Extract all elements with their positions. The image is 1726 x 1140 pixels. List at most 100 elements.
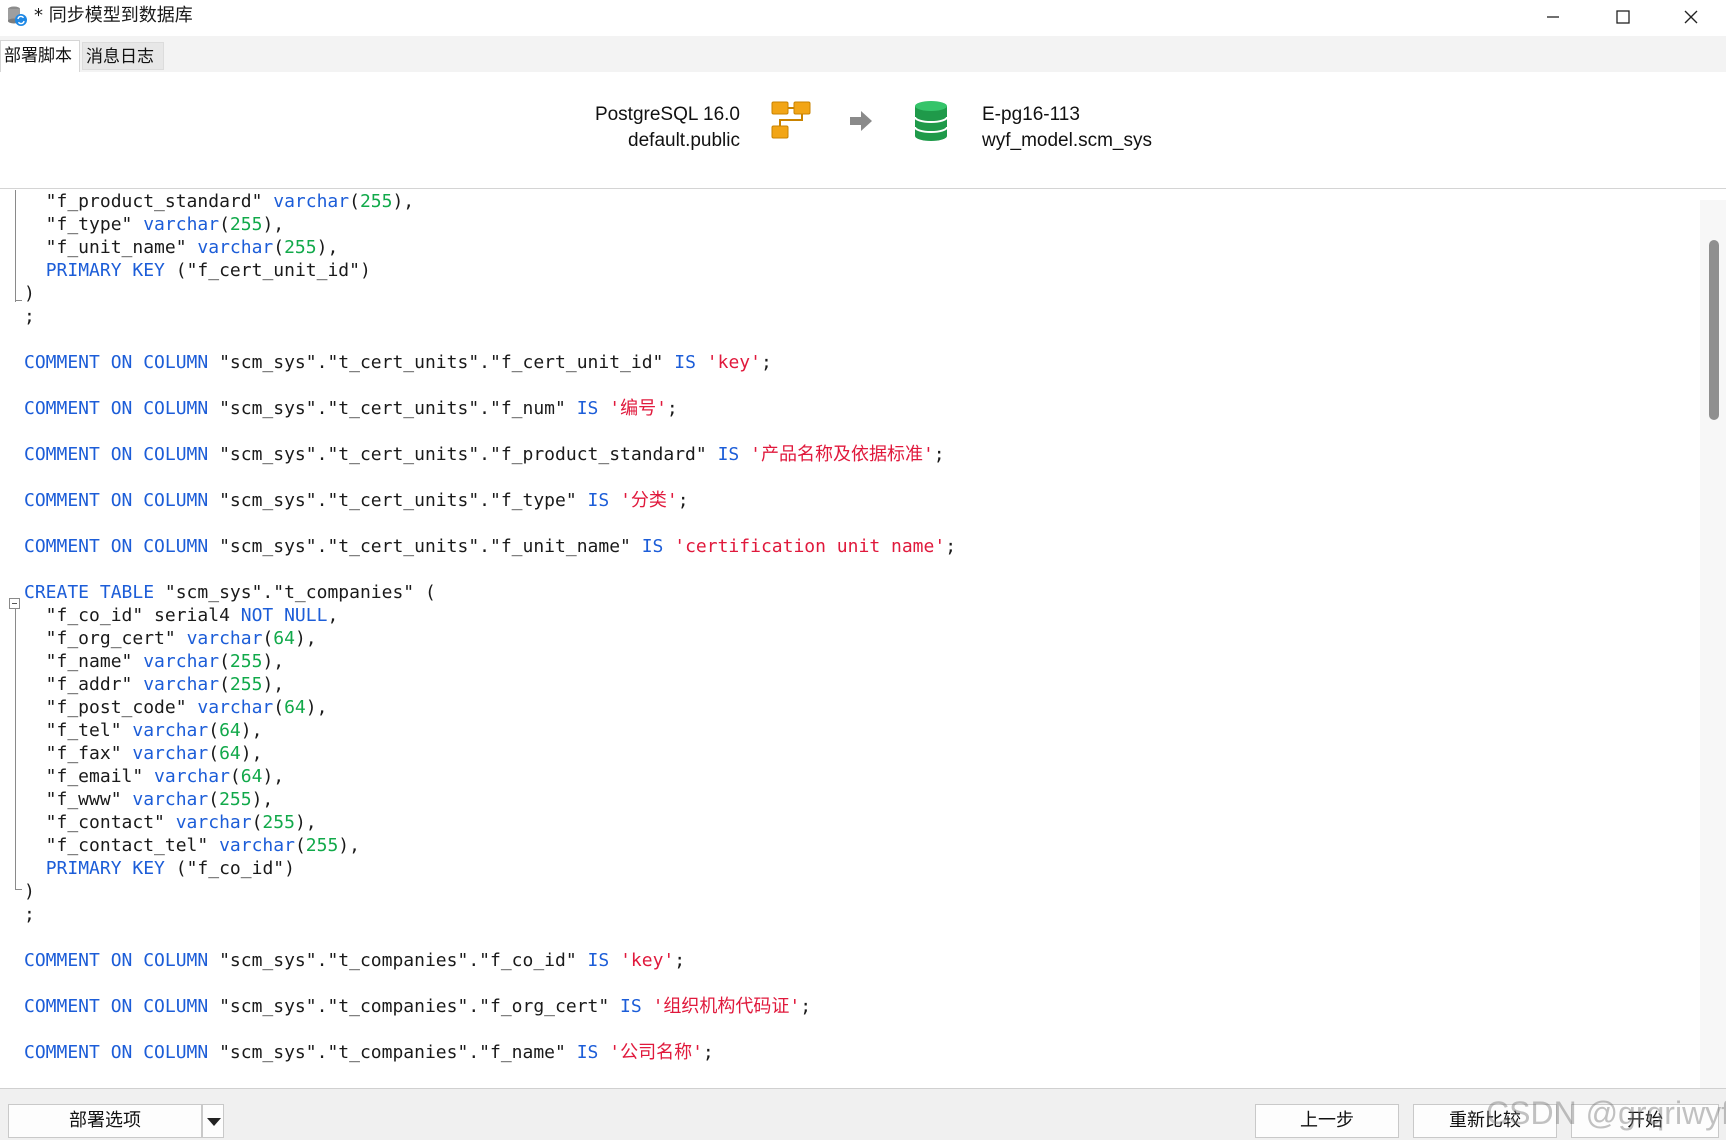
deploy-options-dropdown[interactable] [202, 1104, 224, 1138]
code-token: COMMENT ON COLUMN [24, 1042, 209, 1063]
code-token: ; [760, 352, 772, 373]
model-tables-icon [770, 100, 812, 146]
deploy-options-label: 部署选项 [69, 1110, 141, 1131]
code-token: 255 [219, 789, 252, 810]
code-token: COMMENT ON COLUMN [24, 444, 209, 465]
code-token: "scm_sys"."t_cert_units"."f_num" [208, 398, 577, 419]
code-token: ), [294, 812, 317, 833]
code-token: ( [208, 789, 220, 810]
maximize-button[interactable] [1588, 0, 1658, 34]
code-token: varchar [197, 697, 274, 718]
code-token: ), [251, 789, 274, 810]
start-label: 开始 [1627, 1110, 1663, 1131]
code-token: 'key' [706, 352, 761, 373]
code-token: "scm_sys"."t_companies"."f_co_id" [208, 950, 588, 971]
title-bar: * 同步模型到数据库 [0, 0, 1726, 34]
code-token: PRIMARY KEY [45, 858, 165, 879]
code-line: "f_unit_name" varchar(255), [24, 236, 339, 259]
code-token: ; [945, 536, 957, 557]
source-server: PostgreSQL 16.0 [594, 104, 740, 125]
recompare-label: 重新比较 [1449, 1110, 1521, 1131]
code-line: "f_email" varchar(64), [24, 765, 284, 788]
minimize-button[interactable] [1518, 0, 1588, 34]
code-token: ; [933, 444, 945, 465]
code-token: "f_post_code" [24, 697, 198, 718]
code-token: 255 [229, 651, 263, 672]
code-token: ( [251, 812, 263, 833]
code-line: ; [24, 305, 35, 328]
code-token: "f_email" [24, 766, 155, 787]
code-token: ) [24, 881, 35, 902]
close-button[interactable] [1656, 0, 1726, 34]
code-token: ), [262, 651, 285, 672]
code-token: ) [24, 283, 35, 304]
code-token: COMMENT ON COLUMN [24, 398, 209, 419]
target-schema: wyf_model.scm_sys [982, 130, 1152, 151]
code-token: ; [666, 398, 678, 419]
code-line: ; [24, 903, 35, 926]
code-token: "f_addr" [24, 674, 144, 695]
code-token: varchar [186, 628, 263, 649]
code-line: COMMENT ON COLUMN "scm_sys"."t_cert_unit… [24, 535, 956, 558]
code-line: CREATE TABLE "scm_sys"."t_companies" ( [24, 581, 436, 604]
code-line: "f_contact_tel" varchar(255), [24, 834, 360, 857]
code-token: varchar [132, 789, 209, 810]
code-line: PRIMARY KEY ("f_co_id") [24, 857, 295, 880]
fold-guide [15, 609, 16, 889]
code-token: 255 [305, 835, 339, 856]
sql-script-editor[interactable]: "f_product_standard" varchar(255), "f_ty… [0, 190, 1700, 1088]
code-token: COMMENT ON COLUMN [24, 490, 209, 511]
code-token: 255 [229, 674, 263, 695]
tab-deploy-script[interactable]: 部署脚本 [0, 40, 80, 72]
code-token: "scm_sys"."t_cert_units"."f_product_stan… [208, 444, 718, 465]
previous-step-button[interactable]: 上一步 [1255, 1104, 1399, 1138]
code-line: PRIMARY KEY ("f_cert_unit_id") [24, 259, 371, 282]
code-token: varchar [132, 720, 209, 741]
code-token: '公司名称' [609, 1042, 703, 1063]
code-token: IS [620, 996, 642, 1017]
code-token: ), [338, 835, 360, 856]
code-token: ( [208, 720, 220, 741]
start-button[interactable]: 开始 [1571, 1104, 1719, 1138]
code-token: ; [677, 490, 689, 511]
code-token: ("f_co_id") [164, 858, 295, 879]
code-token: "f_tel" [24, 720, 133, 741]
code-token: ( [229, 766, 241, 787]
code-token: "scm_sys"."t_cert_units"."f_type" [208, 490, 588, 511]
scrollbar-thumb[interactable] [1709, 240, 1719, 420]
code-line: COMMENT ON COLUMN "scm_sys"."t_companies… [24, 949, 685, 972]
code-token: "f_type" [24, 214, 144, 235]
code-token: 64 [240, 766, 263, 787]
code-token: COMMENT ON COLUMN [24, 950, 209, 971]
code-token: ( [273, 237, 285, 258]
deploy-options-button[interactable]: 部署选项 [8, 1104, 202, 1138]
tab-bar [0, 36, 1726, 72]
recompare-button[interactable]: 重新比较 [1413, 1104, 1557, 1138]
code-token: IS [641, 536, 664, 557]
code-token: ), [262, 766, 285, 787]
code-token: varchar [175, 812, 252, 833]
code-token: ), [305, 697, 328, 718]
code-token: IS [587, 950, 610, 971]
tab-label: 部署脚本 [4, 46, 72, 66]
code-token: PRIMARY KEY [45, 260, 165, 281]
previous-step-label: 上一步 [1300, 1110, 1354, 1131]
code-token: ( [219, 214, 230, 235]
code-token: ("f_cert_unit_id") [164, 260, 371, 281]
fold-toggle-button[interactable] [9, 598, 20, 609]
code-token: "f_co_id" serial4 [24, 605, 241, 626]
tab-message-log[interactable]: 消息日志 [82, 42, 164, 70]
code-token: IS [717, 444, 740, 465]
code-token: IS [587, 490, 610, 511]
code-token: '组织机构代码证' [652, 996, 801, 1017]
code-token: 'key' [620, 950, 675, 971]
code-token: ( [219, 674, 230, 695]
code-line: COMMENT ON COLUMN "scm_sys"."t_cert_unit… [24, 351, 772, 374]
code-token: 64 [219, 720, 241, 741]
code-line: COMMENT ON COLUMN "scm_sys"."t_cert_unit… [24, 443, 945, 466]
code-token: "f_name" [24, 651, 144, 672]
